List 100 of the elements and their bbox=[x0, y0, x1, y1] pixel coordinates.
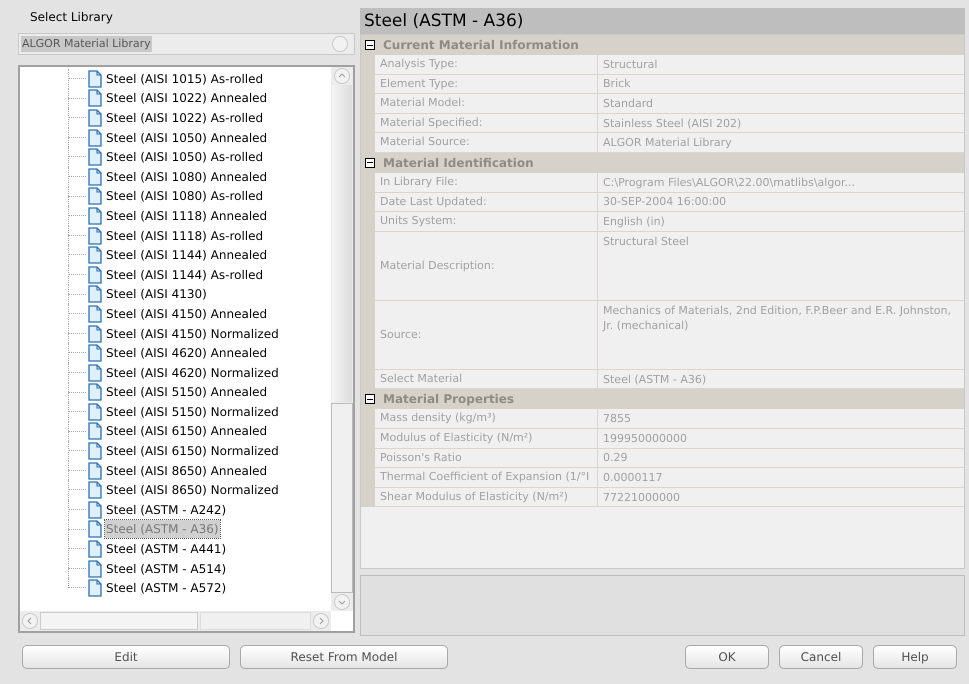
horizontal-scrollbar[interactable] bbox=[20, 611, 331, 631]
document-icon bbox=[88, 560, 102, 578]
tree-item[interactable]: Steel (AISI 1015) As-rolled bbox=[105, 70, 264, 88]
document-icon bbox=[88, 246, 102, 264]
tree-item[interactable]: Steel (AISI 5150) Annealed bbox=[105, 383, 268, 402]
document-icon bbox=[88, 344, 102, 362]
property-value: 30-SEP-2004 16:00:00 bbox=[598, 192, 964, 212]
property-value: Structural Steel bbox=[598, 232, 964, 301]
tree-item[interactable]: Steel (AISI 1080) Annealed bbox=[105, 168, 268, 186]
tree-item[interactable]: Steel (AISI 1050) Annealed bbox=[105, 128, 268, 147]
property-name: Poisson's Ratio bbox=[375, 448, 598, 468]
dialog-button[interactable]: Edit bbox=[22, 645, 230, 669]
scroll-down-icon[interactable] bbox=[334, 594, 350, 610]
scroll-right-icon[interactable] bbox=[313, 613, 329, 629]
document-icon bbox=[88, 206, 102, 225]
property-value: English (in) bbox=[598, 212, 964, 232]
property-value: 199950000000 bbox=[598, 428, 964, 449]
property-value: 7855 bbox=[598, 409, 964, 429]
tree-item[interactable]: Steel (AISI 1118) Annealed bbox=[105, 206, 268, 225]
tree-item[interactable]: Steel (AISI 4150) Normalized bbox=[105, 324, 280, 343]
property-name: Material Model: bbox=[375, 94, 598, 114]
tree-item[interactable]: Steel (AISI 8650) Normalized bbox=[105, 481, 280, 500]
section-title: Material Properties bbox=[383, 391, 514, 408]
document-icon bbox=[88, 168, 102, 186]
document-icon bbox=[88, 324, 102, 343]
document-icon bbox=[88, 89, 102, 108]
section-title: Material Identification bbox=[383, 154, 534, 172]
tree-item[interactable]: Steel (AISI 1144) Annealed bbox=[105, 246, 268, 264]
property-value: Stainless Steel (AISI 202) bbox=[598, 114, 964, 134]
document-icon bbox=[88, 422, 102, 440]
tree-item[interactable]: Steel (AISI 6150) Annealed bbox=[105, 422, 268, 440]
property-name: Material Description: bbox=[375, 232, 598, 301]
document-icon bbox=[88, 481, 102, 500]
property-name: Units System: bbox=[375, 212, 598, 232]
document-icon bbox=[88, 442, 102, 460]
property-name: Thermal Coefficient of Expansion (1/°I bbox=[375, 468, 598, 488]
document-icon bbox=[88, 520, 102, 538]
tree-item[interactable]: Steel (AISI 1144) As-rolled bbox=[105, 266, 264, 284]
document-icon bbox=[88, 402, 102, 421]
dialog-button[interactable]: Reset From Model bbox=[240, 645, 448, 669]
scroll-left-icon[interactable] bbox=[22, 613, 38, 629]
collapse-icon[interactable] bbox=[365, 40, 375, 50]
tree-item[interactable]: Steel (AISI 4620) Annealed bbox=[105, 344, 268, 362]
document-icon bbox=[88, 540, 102, 558]
tree-item[interactable]: Steel (AISI 6150) Normalized bbox=[105, 442, 280, 460]
property-value: Structural bbox=[598, 55, 964, 75]
collapse-icon[interactable] bbox=[365, 158, 375, 168]
property-name: Mass density (kg/m³) bbox=[375, 409, 598, 429]
document-icon bbox=[88, 128, 102, 147]
document-icon bbox=[88, 70, 102, 88]
property-value: Mechanics of Materials, 2nd Edition, F.P.Beer and E.R. Johnston, Jr. (mechanical) bbox=[598, 300, 964, 370]
scrollbar-thumb[interactable] bbox=[331, 403, 353, 593]
property-name: Shear Modulus of Elasticity (N/m²) bbox=[375, 488, 598, 508]
property-value: 77221000000 bbox=[598, 488, 964, 508]
document-icon bbox=[88, 304, 102, 323]
dialog-button[interactable]: Help bbox=[873, 645, 957, 669]
property-value: 0.29 bbox=[598, 448, 964, 468]
document-icon bbox=[88, 579, 102, 598]
tree-item[interactable]: Steel (AISI 1022) As-rolled bbox=[105, 108, 264, 127]
document-icon bbox=[88, 108, 102, 127]
tree-item[interactable]: Steel (ASTM - A242) bbox=[105, 500, 228, 519]
property-name: Source: bbox=[375, 300, 598, 370]
document-icon bbox=[88, 500, 102, 519]
dialog-button[interactable]: OK bbox=[685, 645, 769, 669]
property-name: Analysis Type: bbox=[375, 55, 598, 75]
tree-item[interactable]: Steel (AISI 4130) bbox=[105, 285, 208, 304]
property-value: 0.0000117 bbox=[598, 468, 964, 488]
tree-item[interactable]: Steel (AISI 1050) As-rolled bbox=[105, 148, 264, 166]
property-value: Standard bbox=[598, 94, 964, 114]
document-icon bbox=[88, 148, 102, 166]
tree-item[interactable]: Steel (AISI 4620) Normalized bbox=[105, 364, 280, 382]
tree-item[interactable]: Steel (AISI 1080) As-rolled bbox=[105, 187, 264, 206]
tree-item[interactable]: Steel (AISI 1022) Annealed bbox=[105, 89, 268, 108]
property-name: In Library File: bbox=[375, 172, 598, 193]
material-title: Steel (ASTM - A36) bbox=[360, 8, 965, 34]
property-value: C:\Program Files\ALGOR\22.00\matlibs\algor... bbox=[598, 172, 964, 193]
scroll-up-icon[interactable] bbox=[334, 68, 350, 84]
vertical-scrollbar[interactable] bbox=[331, 67, 353, 611]
section-title: Current Material Information bbox=[383, 37, 579, 54]
property-name: Element Type: bbox=[375, 74, 598, 94]
tree-item[interactable]: Steel (ASTM - A514) bbox=[105, 560, 228, 578]
property-name: Modulus of Elasticity (N/m²) bbox=[375, 428, 598, 449]
property-name: Date Last Updated: bbox=[375, 192, 598, 212]
library-label: Select Library bbox=[29, 9, 113, 26]
tree-item[interactable]: Steel (AISI 8650) Annealed bbox=[105, 462, 268, 480]
document-icon bbox=[88, 364, 102, 382]
collapse-icon[interactable] bbox=[365, 394, 375, 404]
library-dropdown[interactable]: ALGOR Material Library bbox=[18, 33, 355, 55]
property-value: Brick bbox=[598, 74, 964, 94]
tree-item[interactable]: Steel (AISI 1118) As-rolled bbox=[105, 226, 264, 245]
document-icon bbox=[88, 266, 102, 284]
document-icon bbox=[88, 285, 102, 304]
tree-item[interactable]: Steel (AISI 4150) Annealed bbox=[105, 304, 268, 323]
scrollbar-thumb[interactable] bbox=[40, 612, 198, 630]
tree-item[interactable]: Steel (ASTM - A572) bbox=[105, 579, 228, 598]
dialog-button[interactable]: Cancel bbox=[779, 645, 863, 669]
tree-item[interactable]: Steel (ASTM - A441) bbox=[105, 540, 228, 558]
document-icon bbox=[88, 462, 102, 480]
tree-item[interactable]: Steel (AISI 5150) Normalized bbox=[105, 402, 280, 421]
document-icon bbox=[88, 187, 102, 206]
